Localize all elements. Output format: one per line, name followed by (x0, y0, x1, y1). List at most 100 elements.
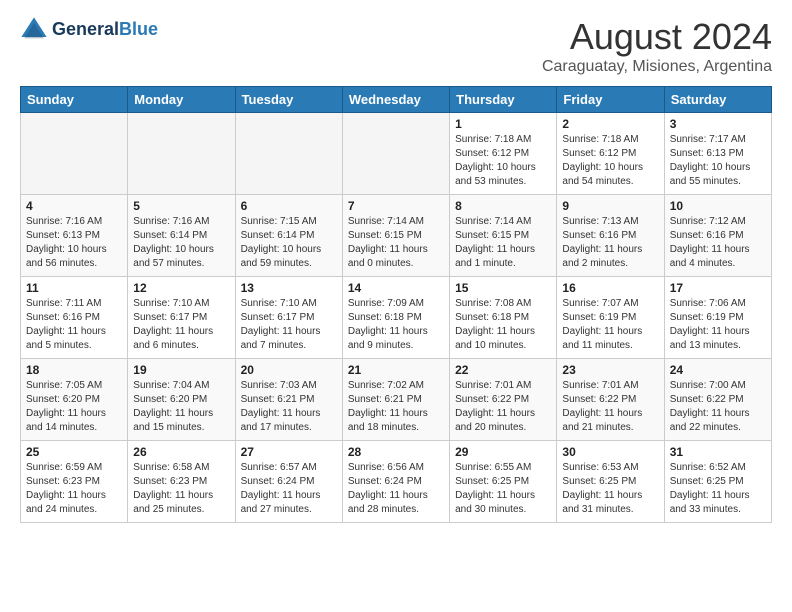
calendar-cell: 24Sunrise: 7:00 AM Sunset: 6:22 PM Dayli… (664, 359, 771, 441)
subtitle: Caraguatay, Misiones, Argentina (542, 58, 772, 76)
day-info: Sunrise: 7:18 AM Sunset: 6:12 PM Dayligh… (455, 133, 551, 189)
calendar-header-saturday: Saturday (664, 87, 771, 113)
day-number: 15 (455, 281, 551, 295)
day-info: Sunrise: 6:55 AM Sunset: 6:25 PM Dayligh… (455, 461, 551, 517)
calendar-cell: 21 Sunrise: 7:02 AM Sunset: 6:21 PM Dayli… (342, 359, 449, 441)
day-info: Sunrise: 6:59 AM Sunset: 6:23 PM Dayligh… (26, 461, 122, 517)
day-number: 11 (26, 281, 122, 295)
day-info: Sunrise: 7:06 AM Sunset: 6:19 PM Dayligh… (670, 297, 766, 353)
day-info: Sunrise: 7:11 AM Sunset: 6:16 PM Dayligh… (26, 297, 122, 353)
day-number: 17 (670, 281, 766, 295)
day-number: 5 (133, 199, 229, 213)
day-number: 25 (26, 445, 122, 459)
day-number: 18 (26, 363, 122, 377)
day-number: 13 (241, 281, 337, 295)
day-info: Sunrise: 7:05 AM Sunset: 6:20 PM Dayligh… (26, 379, 122, 435)
calendar-cell: 3 Sunrise: 7:17 AM Sunset: 6:13 PM Daylig… (664, 113, 771, 195)
day-number: 24 (670, 363, 766, 377)
calendar-week-4: 18 Sunrise: 7:05 AM Sunset: 6:20 PM Dayli… (21, 359, 772, 441)
main-title: August 2024 (542, 16, 772, 58)
day-number: 14 (348, 281, 444, 295)
calendar-cell: 7 Sunrise: 7:14 AM Sunset: 6:15 PM Daylig… (342, 195, 449, 277)
day-info: Sunrise: 7:14 AM Sunset: 6:15 PM Dayligh… (455, 215, 551, 271)
day-number: 1 (455, 117, 551, 131)
day-info: Sunrise: 7:09 AM Sunset: 6:18 PM Dayligh… (348, 297, 444, 353)
day-info: Sunrise: 7:01 AM Sunset: 6:22 PM Dayligh… (455, 379, 551, 435)
day-info: Sunrise: 7:13 AM Sunset: 6:16 PM Dayligh… (562, 215, 658, 271)
calendar-cell (342, 113, 449, 195)
day-number: 31 (670, 445, 766, 459)
day-info: Sunrise: 7:14 AM Sunset: 6:15 PM Dayligh… (348, 215, 444, 271)
calendar-cell: 28 Sunrise: 6:56 AM Sunset: 6:24 PM Dayli… (342, 441, 449, 523)
day-number: 28 (348, 445, 444, 459)
calendar-cell: 22Sunrise: 7:01 AM Sunset: 6:22 PM Dayli… (450, 359, 557, 441)
calendar-header-thursday: Thursday (450, 87, 557, 113)
logo-line2: Blue (119, 19, 158, 39)
day-info: Sunrise: 6:56 AM Sunset: 6:24 PM Dayligh… (348, 461, 444, 517)
calendar-cell: 4Sunrise: 7:16 AM Sunset: 6:13 PM Daylig… (21, 195, 128, 277)
calendar-cell: 19 Sunrise: 7:04 AM Sunset: 6:20 PM Dayli… (128, 359, 235, 441)
day-number: 8 (455, 199, 551, 213)
logo-line1: General (52, 19, 119, 39)
calendar-header-tuesday: Tuesday (235, 87, 342, 113)
day-info: Sunrise: 6:58 AM Sunset: 6:23 PM Dayligh… (133, 461, 229, 517)
day-number: 12 (133, 281, 229, 295)
title-area: August 2024 Caraguatay, Misiones, Argent… (542, 16, 772, 76)
calendar-week-1: 1 Sunrise: 7:18 AM Sunset: 6:12 PM Daylig… (21, 113, 772, 195)
day-number: 26 (133, 445, 229, 459)
logo-text: GeneralBlue (52, 20, 158, 40)
day-number: 7 (348, 199, 444, 213)
calendar-cell: 26 Sunrise: 6:58 AM Sunset: 6:23 PM Dayli… (128, 441, 235, 523)
calendar-cell (128, 113, 235, 195)
calendar-cell: 18 Sunrise: 7:05 AM Sunset: 6:20 PM Dayli… (21, 359, 128, 441)
calendar-cell: 20 Sunrise: 7:03 AM Sunset: 6:21 PM Dayli… (235, 359, 342, 441)
calendar-cell: 8 Sunrise: 7:14 AM Sunset: 6:15 PM Daylig… (450, 195, 557, 277)
day-number: 9 (562, 199, 658, 213)
calendar-cell: 23Sunrise: 7:01 AM Sunset: 6:22 PM Dayli… (557, 359, 664, 441)
day-number: 23 (562, 363, 658, 377)
calendar-week-2: 4Sunrise: 7:16 AM Sunset: 6:13 PM Daylig… (21, 195, 772, 277)
day-number: 3 (670, 117, 766, 131)
day-info: Sunrise: 7:15 AM Sunset: 6:14 PM Dayligh… (241, 215, 337, 271)
calendar-header-wednesday: Wednesday (342, 87, 449, 113)
day-number: 16 (562, 281, 658, 295)
calendar-header-sunday: Sunday (21, 87, 128, 113)
day-info: Sunrise: 7:10 AM Sunset: 6:17 PM Dayligh… (241, 297, 337, 353)
calendar-week-5: 25 Sunrise: 6:59 AM Sunset: 6:23 PM Dayli… (21, 441, 772, 523)
calendar-cell: 25 Sunrise: 6:59 AM Sunset: 6:23 PM Dayli… (21, 441, 128, 523)
day-number: 10 (670, 199, 766, 213)
calendar-cell: 17 Sunrise: 7:06 AM Sunset: 6:19 PM Dayli… (664, 277, 771, 359)
day-number: 20 (241, 363, 337, 377)
calendar: SundayMondayTuesdayWednesdayThursdayFrid… (20, 86, 772, 523)
day-number: 4 (26, 199, 122, 213)
logo-area: GeneralBlue (20, 16, 158, 44)
calendar-cell: 5 Sunrise: 7:16 AM Sunset: 6:14 PM Daylig… (128, 195, 235, 277)
calendar-cell: 6 Sunrise: 7:15 AM Sunset: 6:14 PM Daylig… (235, 195, 342, 277)
day-info: Sunrise: 7:16 AM Sunset: 6:14 PM Dayligh… (133, 215, 229, 271)
day-info: Sunrise: 7:10 AM Sunset: 6:17 PM Dayligh… (133, 297, 229, 353)
logo-icon (20, 16, 48, 44)
calendar-cell: 13 Sunrise: 7:10 AM Sunset: 6:17 PM Dayli… (235, 277, 342, 359)
day-info: Sunrise: 7:17 AM Sunset: 6:13 PM Dayligh… (670, 133, 766, 189)
calendar-cell: 27Sunrise: 6:57 AM Sunset: 6:24 PM Dayli… (235, 441, 342, 523)
day-number: 19 (133, 363, 229, 377)
day-number: 21 (348, 363, 444, 377)
day-info: Sunrise: 7:07 AM Sunset: 6:19 PM Dayligh… (562, 297, 658, 353)
day-info: Sunrise: 7:03 AM Sunset: 6:21 PM Dayligh… (241, 379, 337, 435)
day-info: Sunrise: 7:08 AM Sunset: 6:18 PM Dayligh… (455, 297, 551, 353)
calendar-cell: 2Sunrise: 7:18 AM Sunset: 6:12 PM Daylig… (557, 113, 664, 195)
day-number: 2 (562, 117, 658, 131)
calendar-cell: 29 Sunrise: 6:55 AM Sunset: 6:25 PM Dayli… (450, 441, 557, 523)
day-info: Sunrise: 6:52 AM Sunset: 6:25 PM Dayligh… (670, 461, 766, 517)
calendar-header-row: SundayMondayTuesdayWednesdayThursdayFrid… (21, 87, 772, 113)
calendar-cell: 10 Sunrise: 7:12 AM Sunset: 6:16 PM Dayli… (664, 195, 771, 277)
header: GeneralBlue August 2024 Caraguatay, Misi… (20, 16, 772, 76)
day-info: Sunrise: 7:02 AM Sunset: 6:21 PM Dayligh… (348, 379, 444, 435)
day-info: Sunrise: 6:57 AM Sunset: 6:24 PM Dayligh… (241, 461, 337, 517)
day-info: Sunrise: 7:12 AM Sunset: 6:16 PM Dayligh… (670, 215, 766, 271)
day-info: Sunrise: 7:04 AM Sunset: 6:20 PM Dayligh… (133, 379, 229, 435)
day-number: 6 (241, 199, 337, 213)
calendar-cell: 1 Sunrise: 7:18 AM Sunset: 6:12 PM Daylig… (450, 113, 557, 195)
calendar-cell: 11 Sunrise: 7:11 AM Sunset: 6:16 PM Dayli… (21, 277, 128, 359)
day-number: 29 (455, 445, 551, 459)
